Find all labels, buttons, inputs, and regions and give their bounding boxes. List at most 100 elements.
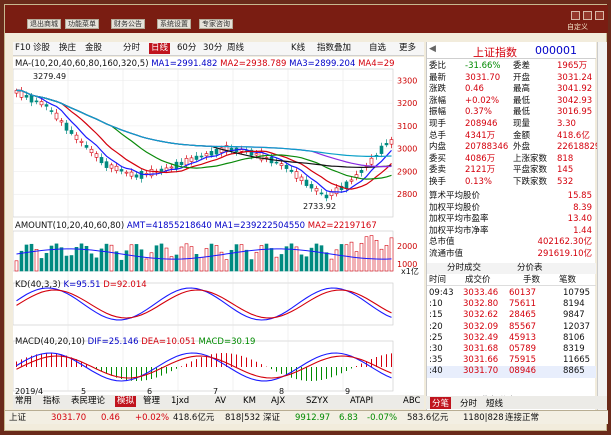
status-item: 818|532 <box>225 413 261 423</box>
tick-cell: 8319 <box>563 344 585 354</box>
timeshare-tab[interactable]: 分时 <box>123 43 140 54</box>
daily-tab[interactable]: 日线 <box>149 43 171 54</box>
volume-bar <box>379 248 384 272</box>
bottom-tab[interactable]: 1jxd <box>171 396 189 407</box>
candle-body <box>129 171 134 177</box>
diagnose-tab[interactable]: 诊股 <box>33 43 50 54</box>
watchlist-tab[interactable]: 自选 <box>369 43 386 54</box>
bottom-tab[interactable]: AV <box>215 396 226 407</box>
quote-row: 换手 0.13% 下跌家数 532 <box>427 177 596 188</box>
stat-label: 加权平均市盈率 <box>429 214 489 225</box>
gold-tab[interactable]: 金股 <box>85 43 102 54</box>
panel-frame <box>12 340 394 392</box>
volume-bar <box>224 259 229 272</box>
bottom-tab[interactable]: 指标 <box>43 396 60 407</box>
k-line <box>16 287 392 321</box>
bottom-tab[interactable]: 模拟 <box>115 396 137 407</box>
quote-row: 涨幅 +0.02% 最低 3042.93 <box>427 96 596 107</box>
bottom-tab[interactable]: KM <box>243 396 256 407</box>
finance-notice-button[interactable]: 财务公告 <box>111 19 145 29</box>
function-menu-button[interactable]: 功能菜单 <box>65 19 99 29</box>
macd-label: MACD <box>15 337 41 347</box>
kline-tab[interactable]: K线 <box>291 43 305 54</box>
candle-body <box>199 155 204 158</box>
minimize-icon[interactable] <box>571 11 580 20</box>
volume-bar <box>359 242 364 272</box>
60min-tab[interactable]: 60分 <box>177 43 196 54</box>
exit-mall-button[interactable]: 退出商城 <box>27 19 61 29</box>
index-overlay-tab[interactable]: 指数叠加 <box>317 43 351 54</box>
tab-timeshare[interactable]: 分时 <box>460 397 477 409</box>
tick-tab[interactable]: 分价表 <box>517 263 543 274</box>
volume-bar <box>354 251 359 272</box>
ma-line-40 <box>16 89 392 169</box>
expert-consult-button[interactable]: 专家咨询 <box>199 19 233 29</box>
bottom-tab[interactable]: 表民理论 <box>71 396 105 407</box>
candle-body <box>44 104 49 107</box>
macd-value: MACD=30.19 <box>198 337 256 347</box>
tick-cell: 12037 <box>563 321 591 332</box>
ma1-value: MA1=2991.482 <box>151 59 218 69</box>
bottom-tab[interactable]: 管理 <box>143 396 160 407</box>
change-tab[interactable]: 换庄 <box>59 43 76 54</box>
30min-tab[interactable]: 30分 <box>203 43 222 54</box>
quote-value: 3.30 <box>557 119 576 129</box>
tab-bidask[interactable]: 分笔 <box>430 397 452 409</box>
high-price-label: 3279.49 <box>33 72 67 81</box>
volume-bar <box>344 244 349 272</box>
tick-cell: 8106 <box>563 332 585 343</box>
tick-cell: :35 <box>429 355 443 366</box>
candle-body <box>169 166 174 169</box>
tick-tabs: 分时成交 分价表 <box>427 263 596 275</box>
volume-bar <box>374 240 379 272</box>
tick-cell: 75611 <box>509 299 537 310</box>
dif-value: DIF=25.146 <box>87 337 139 347</box>
right-scrollbar[interactable] <box>597 42 607 413</box>
weekly-tab[interactable]: 周线 <box>227 43 244 54</box>
kd-legend: KD(40,3,3) K=95.51 D=92.014 <box>15 280 147 290</box>
candle-body <box>74 134 79 140</box>
candle-body <box>294 171 299 179</box>
stat-row: 流通市值 291619.10亿 <box>427 249 596 260</box>
volume-bar <box>64 255 69 272</box>
candle-body <box>284 164 289 169</box>
x-tick-label: 5 <box>81 387 86 395</box>
f10-tab[interactable]: F10 <box>15 43 31 54</box>
quote-label: 现手 <box>429 119 447 129</box>
bottom-tab[interactable]: SZYX <box>306 396 328 407</box>
bottom-tab[interactable]: ABC <box>403 396 420 407</box>
macd-params: (40,20,10) <box>40 337 85 347</box>
volume-bar <box>184 243 189 272</box>
volume-bar <box>94 257 99 272</box>
ma-line-5 <box>16 89 392 193</box>
volume-bar <box>279 254 284 272</box>
tick-header-cell: 成交价 <box>465 275 491 285</box>
quote-value: 1965万 <box>557 61 588 71</box>
volume-bar <box>119 259 124 272</box>
volume-unit-label: x1亿 <box>401 267 419 276</box>
tab-shortline[interactable]: 短线 <box>486 397 503 409</box>
quote-value: 3042.93 <box>557 95 593 106</box>
bottom-tab[interactable]: AJX <box>271 396 285 407</box>
tick-tab[interactable]: 分时成交 <box>447 263 481 274</box>
status-item: 583.6亿元 <box>407 413 449 423</box>
volume-bar <box>334 249 339 272</box>
panel-frame <box>12 68 394 218</box>
bottom-tab[interactable]: 常用 <box>15 396 32 407</box>
more-tab[interactable]: 更多 <box>399 43 416 54</box>
maximize-icon[interactable] <box>583 11 592 20</box>
tick-header: 时间 成交价 手数 笔数 <box>427 275 596 287</box>
tick-cell: :20 <box>429 321 443 332</box>
tick-cell: 09:43 <box>429 288 454 298</box>
volume-bar <box>124 250 129 272</box>
chevron-left-icon[interactable]: ◀ <box>429 44 436 54</box>
volume-bar <box>114 251 119 272</box>
close-icon[interactable] <box>595 11 604 20</box>
candle-body <box>289 169 294 172</box>
bottom-tab[interactable]: ATAPI <box>350 396 373 407</box>
price-tick-label: 3200 <box>397 99 417 108</box>
chart-area[interactable]: 2800 2900 3000 3100 3200 3300 1000 2000 2019/4 5 6… <box>12 57 424 396</box>
quote-label: 委差 <box>513 61 531 71</box>
system-settings-button[interactable]: 系统设置 <box>157 19 191 29</box>
k-value: K=95.51 <box>63 280 101 290</box>
